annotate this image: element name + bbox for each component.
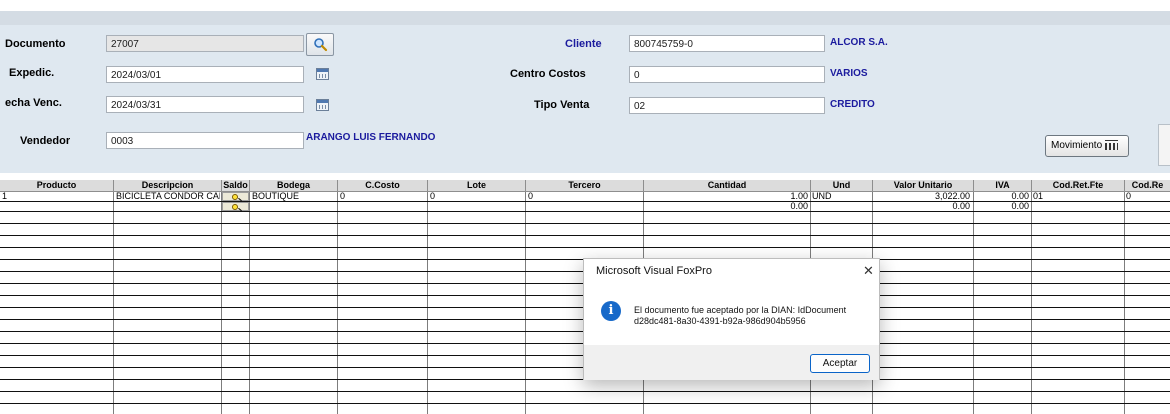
side-button[interactable] [1158,124,1170,166]
column-divider [249,192,250,414]
search-document-button[interactable] [306,33,334,56]
grid-icon [1105,139,1119,151]
centro-costos-name: VARIOS [830,68,868,79]
cell-valor-unitario[interactable]: 3,022.00 [874,191,970,201]
cell-cantidad[interactable]: 1.00 [646,191,808,201]
fecha-venc-label: echa Venc. [5,97,62,109]
column-divider [427,192,428,414]
toolbar-strip [0,11,1170,25]
cell-lote[interactable]: 0 [430,191,524,201]
magnifier-icon [232,204,238,210]
dialog-message: El documento fue aceptado por la DIAN: I… [634,305,869,327]
cell-und[interactable]: UND [812,191,870,201]
cliente-name: ALCOR S.A. [830,37,888,48]
top-strip [0,0,1170,11]
vendedor-name: ARANGO LUIS FERNANDO [306,132,436,143]
cell-tercero[interactable]: 0 [528,191,642,201]
documento-field[interactable]: 27007 [106,35,304,52]
row-divider [0,211,1170,212]
tipo-venta-name: CREDITO [830,99,875,110]
calendar-icon[interactable] [316,99,329,111]
cliente-field[interactable]: 800745759-0 [629,35,825,52]
cell-cantidad[interactable]: 0.00 [646,201,808,211]
magnifier-icon [232,194,238,200]
cell-bodega[interactable]: BOUTIQUE [252,191,336,201]
movimiento-label: Movimiento [1051,140,1103,151]
tipo-venta-field[interactable]: 02 [629,97,825,114]
message-dialog: Microsoft Visual FoxPro ✕ i El documento… [583,258,880,380]
column-divider [1124,192,1125,414]
row-divider [0,235,1170,236]
movimiento-button[interactable]: Movimiento [1045,135,1129,157]
column-divider [973,192,974,414]
col-header-saldo[interactable]: Saldo [222,180,250,192]
documento-label: Documento [5,38,66,50]
expedic-label: Expedic. [9,67,55,79]
close-icon[interactable]: ✕ [863,263,874,279]
column-divider [1031,192,1032,414]
info-icon: i [601,301,621,321]
cell-producto[interactable]: 1 [2,191,110,201]
cell-valor-unitario[interactable]: 0.00 [874,201,970,211]
search-icon [314,38,328,52]
dialog-message-line1: El documento fue aceptado por la DIAN: I… [634,305,847,315]
vendedor-field[interactable]: 0003 [106,132,304,149]
saldo-button[interactable] [222,202,249,211]
saldo-button[interactable] [222,192,249,201]
cell-descripcion[interactable]: BICICLETA CONDOR CAME [116,191,220,201]
dialog-title: Microsoft Visual FoxPro [596,265,712,277]
centro-costos-field[interactable]: 0 [629,66,825,83]
aceptar-button[interactable]: Aceptar [810,354,870,373]
centro-costos-label: Centro Costos [510,68,586,80]
column-divider [337,192,338,414]
column-divider [525,192,526,414]
row-divider [0,247,1170,248]
row-divider [0,403,1170,404]
cell-cod-ret-fte[interactable]: 01 [1033,191,1122,201]
cell-iva[interactable]: 0.00 [975,201,1029,211]
expedic-date-field[interactable]: 2024/03/01 [106,66,304,83]
column-divider [221,192,222,414]
row-divider [0,391,1170,392]
column-divider [113,192,114,414]
vendedor-label: Vendedor [20,135,71,147]
calendar-icon[interactable] [316,68,329,80]
tipo-venta-label: Tipo Venta [534,99,590,111]
cell-iva[interactable]: 0.00 [975,191,1029,201]
cell-ccosto[interactable]: 0 [340,191,426,201]
dialog-message-line2: d28dc481-8a30-4391-b92a-986d904b5956 [634,316,806,326]
cliente-label: Cliente [565,38,602,50]
fecha-venc-date-field[interactable]: 2024/03/31 [106,96,304,113]
row-divider [0,223,1170,224]
cell-cod-re[interactable]: 0 [1126,191,1168,201]
